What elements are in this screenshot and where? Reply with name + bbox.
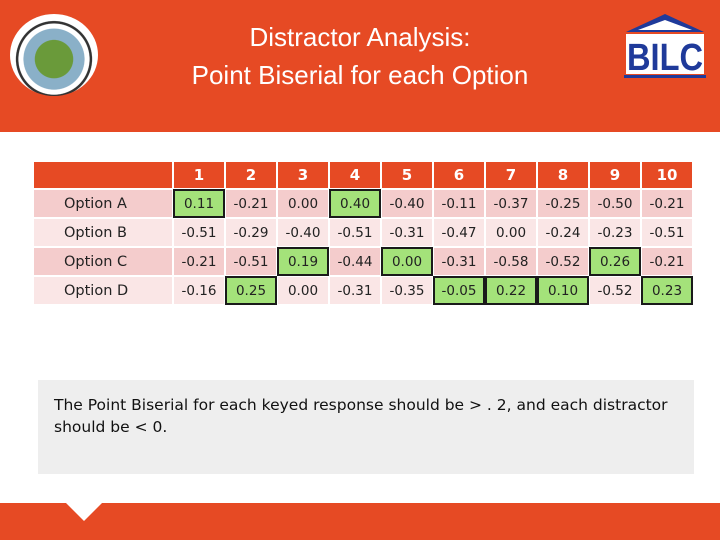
keyed-value-cell: -0.05 bbox=[433, 276, 485, 305]
value-cell: -0.50 bbox=[590, 190, 640, 217]
row-label: Option B bbox=[34, 219, 172, 246]
corner-cell bbox=[34, 162, 172, 188]
column-header: 2 bbox=[226, 162, 276, 188]
keyed-value-cell: 0.40 bbox=[329, 189, 381, 218]
table-row: Option C -0.21 -0.51 0.19 -0.44 0.00 -0.31 -0.5… bbox=[34, 247, 692, 276]
bilc-logo: BILC bbox=[624, 14, 706, 79]
table-row: Option D -0.16 0.25 0.00 -0.31 -0.35 -0.05 0.22… bbox=[34, 276, 693, 305]
title-line-2: Point Biserial for each Option bbox=[191, 60, 529, 90]
value-cell: -0.21 bbox=[642, 190, 692, 217]
keyed-value-cell: 0.00 bbox=[381, 247, 433, 276]
value-cell: 0.00 bbox=[278, 190, 328, 217]
value-cell: -0.40 bbox=[278, 219, 328, 246]
value-cell: -0.52 bbox=[590, 277, 640, 304]
value-cell: -0.58 bbox=[486, 248, 536, 275]
row-label: Option C bbox=[34, 248, 172, 275]
footer-notch bbox=[66, 503, 102, 521]
value-cell: -0.21 bbox=[642, 248, 692, 275]
table-row: Option B -0.51 -0.29 -0.40 -0.51 -0.31 -0.47 0.… bbox=[34, 219, 692, 246]
keyed-value-cell: 0.25 bbox=[225, 276, 277, 305]
column-header: 10 bbox=[642, 162, 692, 188]
title-line-1: Distractor Analysis: bbox=[249, 22, 471, 52]
row-label: Option D bbox=[34, 277, 172, 304]
value-cell: -0.51 bbox=[642, 219, 692, 246]
column-header: 9 bbox=[590, 162, 640, 188]
value-cell: -0.11 bbox=[434, 190, 484, 217]
keyed-value-cell: 0.22 bbox=[485, 276, 537, 305]
column-header: 5 bbox=[382, 162, 432, 188]
value-cell: -0.23 bbox=[590, 219, 640, 246]
value-cell: -0.51 bbox=[226, 248, 276, 275]
value-cell: -0.16 bbox=[174, 277, 224, 304]
footer-bar bbox=[0, 503, 720, 540]
value-cell: -0.31 bbox=[434, 248, 484, 275]
value-cell: -0.31 bbox=[382, 219, 432, 246]
value-cell: -0.21 bbox=[174, 248, 224, 275]
value-cell: -0.24 bbox=[538, 219, 588, 246]
value-cell: -0.29 bbox=[226, 219, 276, 246]
header-bar: Distractor Analysis: Point Biserial for … bbox=[0, 0, 720, 132]
value-cell: -0.51 bbox=[330, 219, 380, 246]
column-header: 6 bbox=[434, 162, 484, 188]
keyed-value-cell: 0.23 bbox=[641, 276, 693, 305]
column-header: 4 bbox=[330, 162, 380, 188]
value-cell: -0.35 bbox=[382, 277, 432, 304]
column-header: 8 bbox=[538, 162, 588, 188]
value-cell: -0.44 bbox=[330, 248, 380, 275]
keyed-value-cell: 0.11 bbox=[173, 189, 225, 218]
keyed-value-cell: 0.19 bbox=[277, 247, 329, 276]
note-box: The Point Biserial for each keyed respon… bbox=[38, 380, 694, 474]
column-header: 1 bbox=[174, 162, 224, 188]
keyed-value-cell: 0.26 bbox=[589, 247, 641, 276]
value-cell: -0.37 bbox=[486, 190, 536, 217]
value-cell: 0.00 bbox=[486, 219, 536, 246]
column-header: 7 bbox=[486, 162, 536, 188]
value-cell: -0.21 bbox=[226, 190, 276, 217]
value-cell: 0.00 bbox=[278, 277, 328, 304]
svg-text:BILC: BILC bbox=[627, 37, 703, 79]
point-biserial-table: 1 2 3 4 5 6 7 8 9 10 Option A 0.11 -0.21 0.00 0.40 -0.… bbox=[32, 160, 694, 306]
seal-logo bbox=[10, 14, 98, 96]
value-cell: -0.51 bbox=[174, 219, 224, 246]
value-cell: -0.40 bbox=[382, 190, 432, 217]
value-cell: -0.31 bbox=[330, 277, 380, 304]
value-cell: -0.25 bbox=[538, 190, 588, 217]
row-label: Option A bbox=[34, 190, 172, 217]
value-cell: -0.47 bbox=[434, 219, 484, 246]
value-cell: -0.52 bbox=[538, 248, 588, 275]
keyed-value-cell: 0.10 bbox=[537, 276, 589, 305]
column-header: 3 bbox=[278, 162, 328, 188]
slide-title: Distractor Analysis: Point Biserial for … bbox=[130, 18, 590, 94]
table-row: Option A 0.11 -0.21 0.00 0.40 -0.40 -0.11 -0.37… bbox=[34, 189, 692, 218]
